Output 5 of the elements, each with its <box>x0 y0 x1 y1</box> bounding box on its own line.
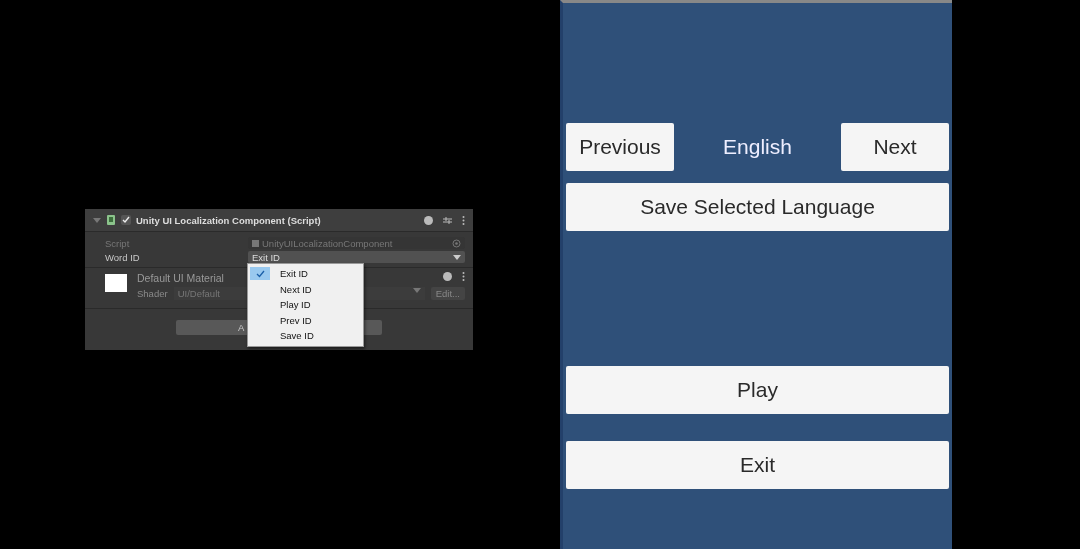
field-label: Word ID <box>105 251 141 263</box>
shader-label: Shader <box>137 288 168 299</box>
language-label: English <box>722 135 793 159</box>
component-title: Unity UI Localization Component (Script) <box>136 214 322 226</box>
material-name: Default UI Material <box>137 272 224 284</box>
